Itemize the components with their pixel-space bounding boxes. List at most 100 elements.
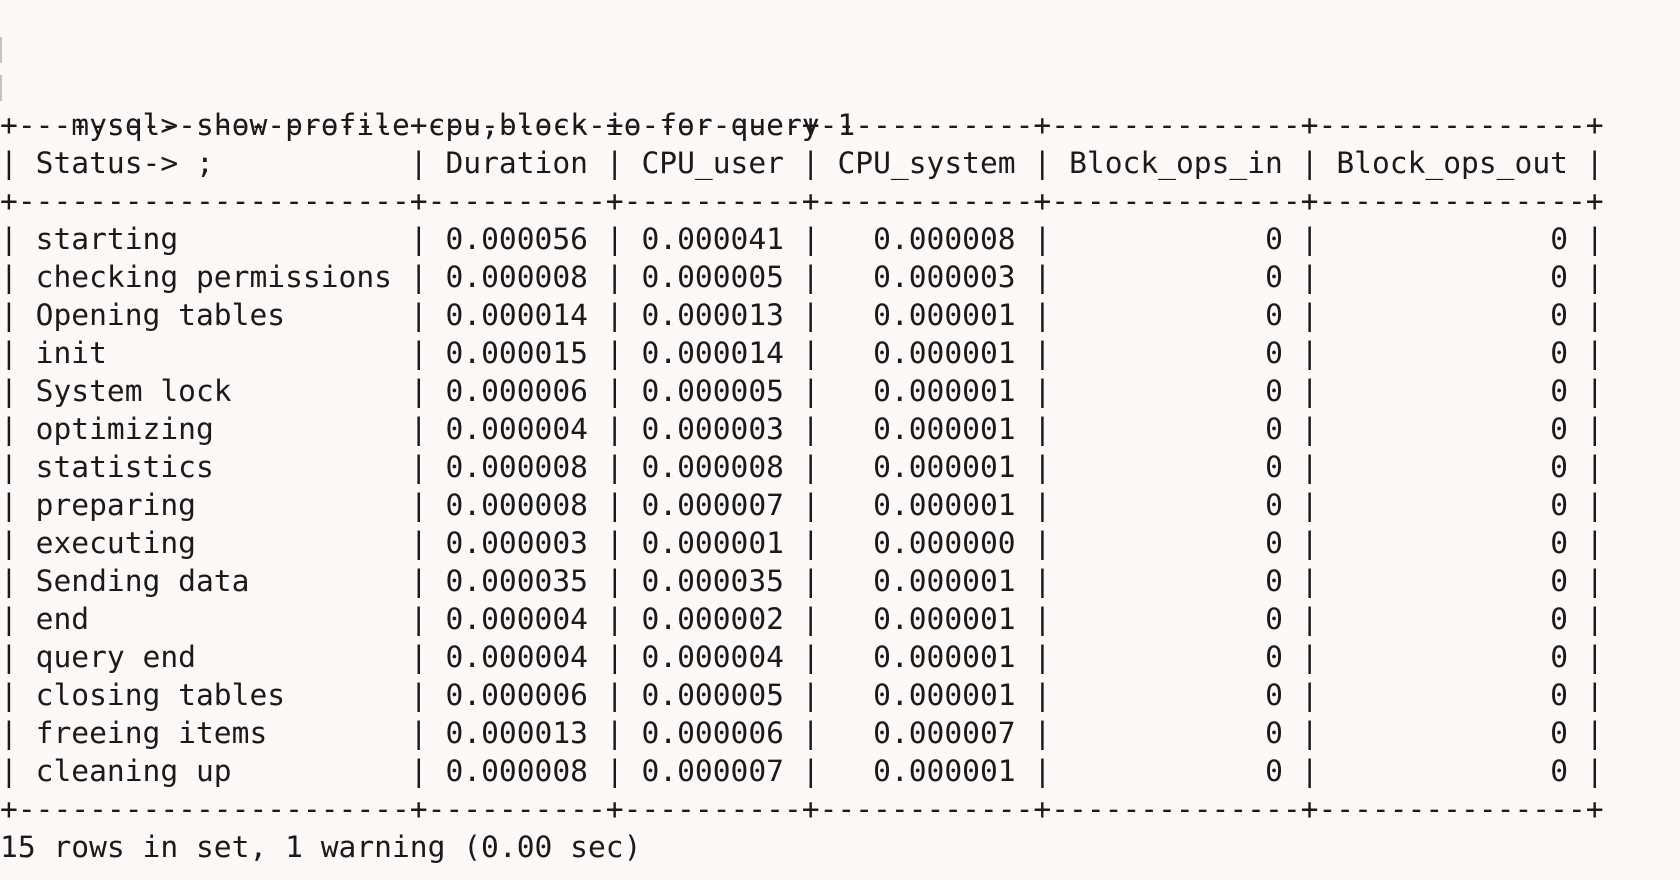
table-cell: 0.000005 bbox=[641, 678, 784, 712]
table-row: | System lock | 0.000006 | 0.000005 | 0.… bbox=[0, 374, 1604, 408]
table-cell: preparing bbox=[35, 488, 196, 522]
table-cell: 0.000041 bbox=[641, 222, 784, 256]
selection-marker bbox=[0, 75, 2, 101]
table-cell: 0 bbox=[1265, 488, 1283, 522]
table-cell: 0.000003 bbox=[641, 412, 784, 446]
table-cell: 0 bbox=[1550, 298, 1568, 332]
table-cell: 0 bbox=[1550, 374, 1569, 408]
table-row: | Opening tables | 0.000014 | 0.000013 |… bbox=[0, 298, 1604, 332]
table-row: | cleaning up | 0.000008 | 0.000007 | 0.… bbox=[0, 754, 1604, 788]
table-cell: 0.000007 bbox=[641, 488, 784, 522]
table-cell: query end bbox=[35, 640, 196, 674]
table-cell: 0 bbox=[1550, 602, 1568, 636]
table-border-bottom: +----------------------+----------+-----… bbox=[0, 792, 1604, 826]
table-cell: closing tables bbox=[35, 678, 286, 712]
column-header-cell: Duration bbox=[445, 146, 588, 180]
result-rows: | starting | 0.000056 | 0.000041 | 0.000… bbox=[0, 220, 1604, 790]
table-cell: optimizing bbox=[35, 412, 214, 446]
table-cell: 0.000004 bbox=[641, 640, 784, 674]
table-cell: 0.000013 bbox=[641, 298, 784, 332]
table-row: | executing | 0.000003 | 0.000001 | 0.00… bbox=[0, 526, 1604, 560]
table-cell: 0 bbox=[1265, 602, 1283, 636]
table-cell: 0 bbox=[1265, 754, 1283, 788]
table-cell: 0.000001 bbox=[873, 564, 1016, 598]
table-cell: 0 bbox=[1550, 412, 1568, 446]
table-cell: Opening tables bbox=[35, 298, 286, 332]
prompt-line: mysql> show profile cpu,block io for que… bbox=[0, 30, 1604, 142]
table-cell: 0.000006 bbox=[445, 374, 588, 408]
table-cell: System lock bbox=[35, 374, 232, 408]
table-row: | statistics | 0.000008 | 0.000008 | 0.0… bbox=[0, 450, 1604, 484]
table-row: | freeing items | 0.000013 | 0.000006 | … bbox=[0, 716, 1604, 750]
table-cell: freeing items bbox=[35, 716, 268, 750]
table-row: | init | 0.000015 | 0.000014 | 0.000001 … bbox=[0, 336, 1604, 370]
table-cell: Sending data bbox=[35, 564, 250, 598]
table-cell: 0.000001 bbox=[873, 488, 1016, 522]
table-cell: 0.000007 bbox=[873, 716, 1016, 750]
table-cell: 0.000014 bbox=[641, 336, 784, 370]
table-cell: 0 bbox=[1265, 374, 1283, 408]
table-cell: 0.000001 bbox=[873, 678, 1016, 712]
table-cell: 0.000001 bbox=[873, 336, 1016, 370]
table-cell: starting bbox=[35, 222, 179, 256]
table-cell: 0.000001 bbox=[641, 526, 784, 560]
table-cell: 0.000003 bbox=[445, 526, 588, 560]
table-cell: 0 bbox=[1550, 450, 1568, 484]
table-cell: 0.000004 bbox=[445, 602, 588, 636]
table-cell: end bbox=[35, 602, 90, 636]
table-cell: 0.000035 bbox=[445, 564, 588, 598]
table-cell: 0 bbox=[1265, 260, 1283, 294]
table-cell: 0.000004 bbox=[445, 412, 588, 446]
table-cell: 0 bbox=[1550, 488, 1569, 522]
table-row: | preparing | 0.000008 | 0.000007 | 0.00… bbox=[0, 488, 1604, 522]
table-cell: 0 bbox=[1550, 678, 1568, 712]
table-row: | checking permissions | 0.000008 | 0.00… bbox=[0, 260, 1604, 294]
column-header-cell: CPU_user bbox=[641, 146, 784, 180]
table-cell: 0 bbox=[1550, 716, 1568, 750]
table-cell: 0.000005 bbox=[641, 260, 784, 294]
column-header-cell: Block_ops_out bbox=[1336, 146, 1568, 180]
table-cell: 0.000006 bbox=[641, 716, 784, 750]
table-cell: 0.000003 bbox=[873, 260, 1016, 294]
table-cell: 0 bbox=[1265, 716, 1283, 750]
table-cell: init bbox=[35, 336, 107, 370]
table-cell: 0.000006 bbox=[445, 678, 588, 712]
table-cell: 0 bbox=[1265, 222, 1283, 256]
column-header-cell: Block_ops_in bbox=[1069, 146, 1283, 180]
table-cell: 0 bbox=[1265, 298, 1283, 332]
table-cell: 0 bbox=[1265, 678, 1283, 712]
table-cell: 0 bbox=[1550, 526, 1569, 560]
table-cell: 0.000035 bbox=[641, 564, 784, 598]
table-cell: 0 bbox=[1550, 754, 1569, 788]
table-row: | end | 0.000004 | 0.000002 | 0.000001 |… bbox=[0, 602, 1604, 636]
table-cell: 0.000008 bbox=[445, 260, 588, 294]
table-cell: 0.000008 bbox=[641, 450, 784, 484]
table-cell: 0.000056 bbox=[445, 222, 588, 256]
table-cell: 0 bbox=[1265, 564, 1283, 598]
table-cell: 0.000001 bbox=[873, 754, 1016, 788]
table-cell: statistics bbox=[35, 450, 214, 484]
table-cell: 0.000005 bbox=[641, 374, 784, 408]
table-cell: 0 bbox=[1265, 640, 1283, 674]
table-cell: 0.000015 bbox=[445, 336, 588, 370]
table-cell: cleaning up bbox=[35, 754, 232, 788]
table-cell: 0.000008 bbox=[445, 488, 588, 522]
table-cell: 0.000000 bbox=[873, 526, 1016, 560]
table-cell: 0.000002 bbox=[641, 602, 784, 636]
table-cell: 0 bbox=[1550, 222, 1569, 256]
table-cell: 0.000008 bbox=[445, 450, 588, 484]
table-cell: 0.000008 bbox=[445, 754, 588, 788]
table-cell: 0.000001 bbox=[873, 450, 1016, 484]
table-cell: 0 bbox=[1265, 450, 1283, 484]
table-cell: 0.000004 bbox=[445, 640, 588, 674]
column-header-cell: CPU_system bbox=[837, 146, 1016, 180]
table-row: | Sending data | 0.000035 | 0.000035 | 0… bbox=[0, 564, 1604, 598]
table-cell: checking permissions bbox=[35, 260, 392, 294]
table-cell: 0 bbox=[1550, 564, 1569, 598]
table-cell: 0 bbox=[1265, 336, 1283, 370]
table-cell: 0.000001 bbox=[873, 374, 1016, 408]
selection-marker bbox=[0, 37, 2, 63]
table-cell: 0 bbox=[1550, 640, 1569, 674]
column-header-cell: Status bbox=[35, 146, 143, 180]
table-cell: 0.000001 bbox=[873, 640, 1016, 674]
